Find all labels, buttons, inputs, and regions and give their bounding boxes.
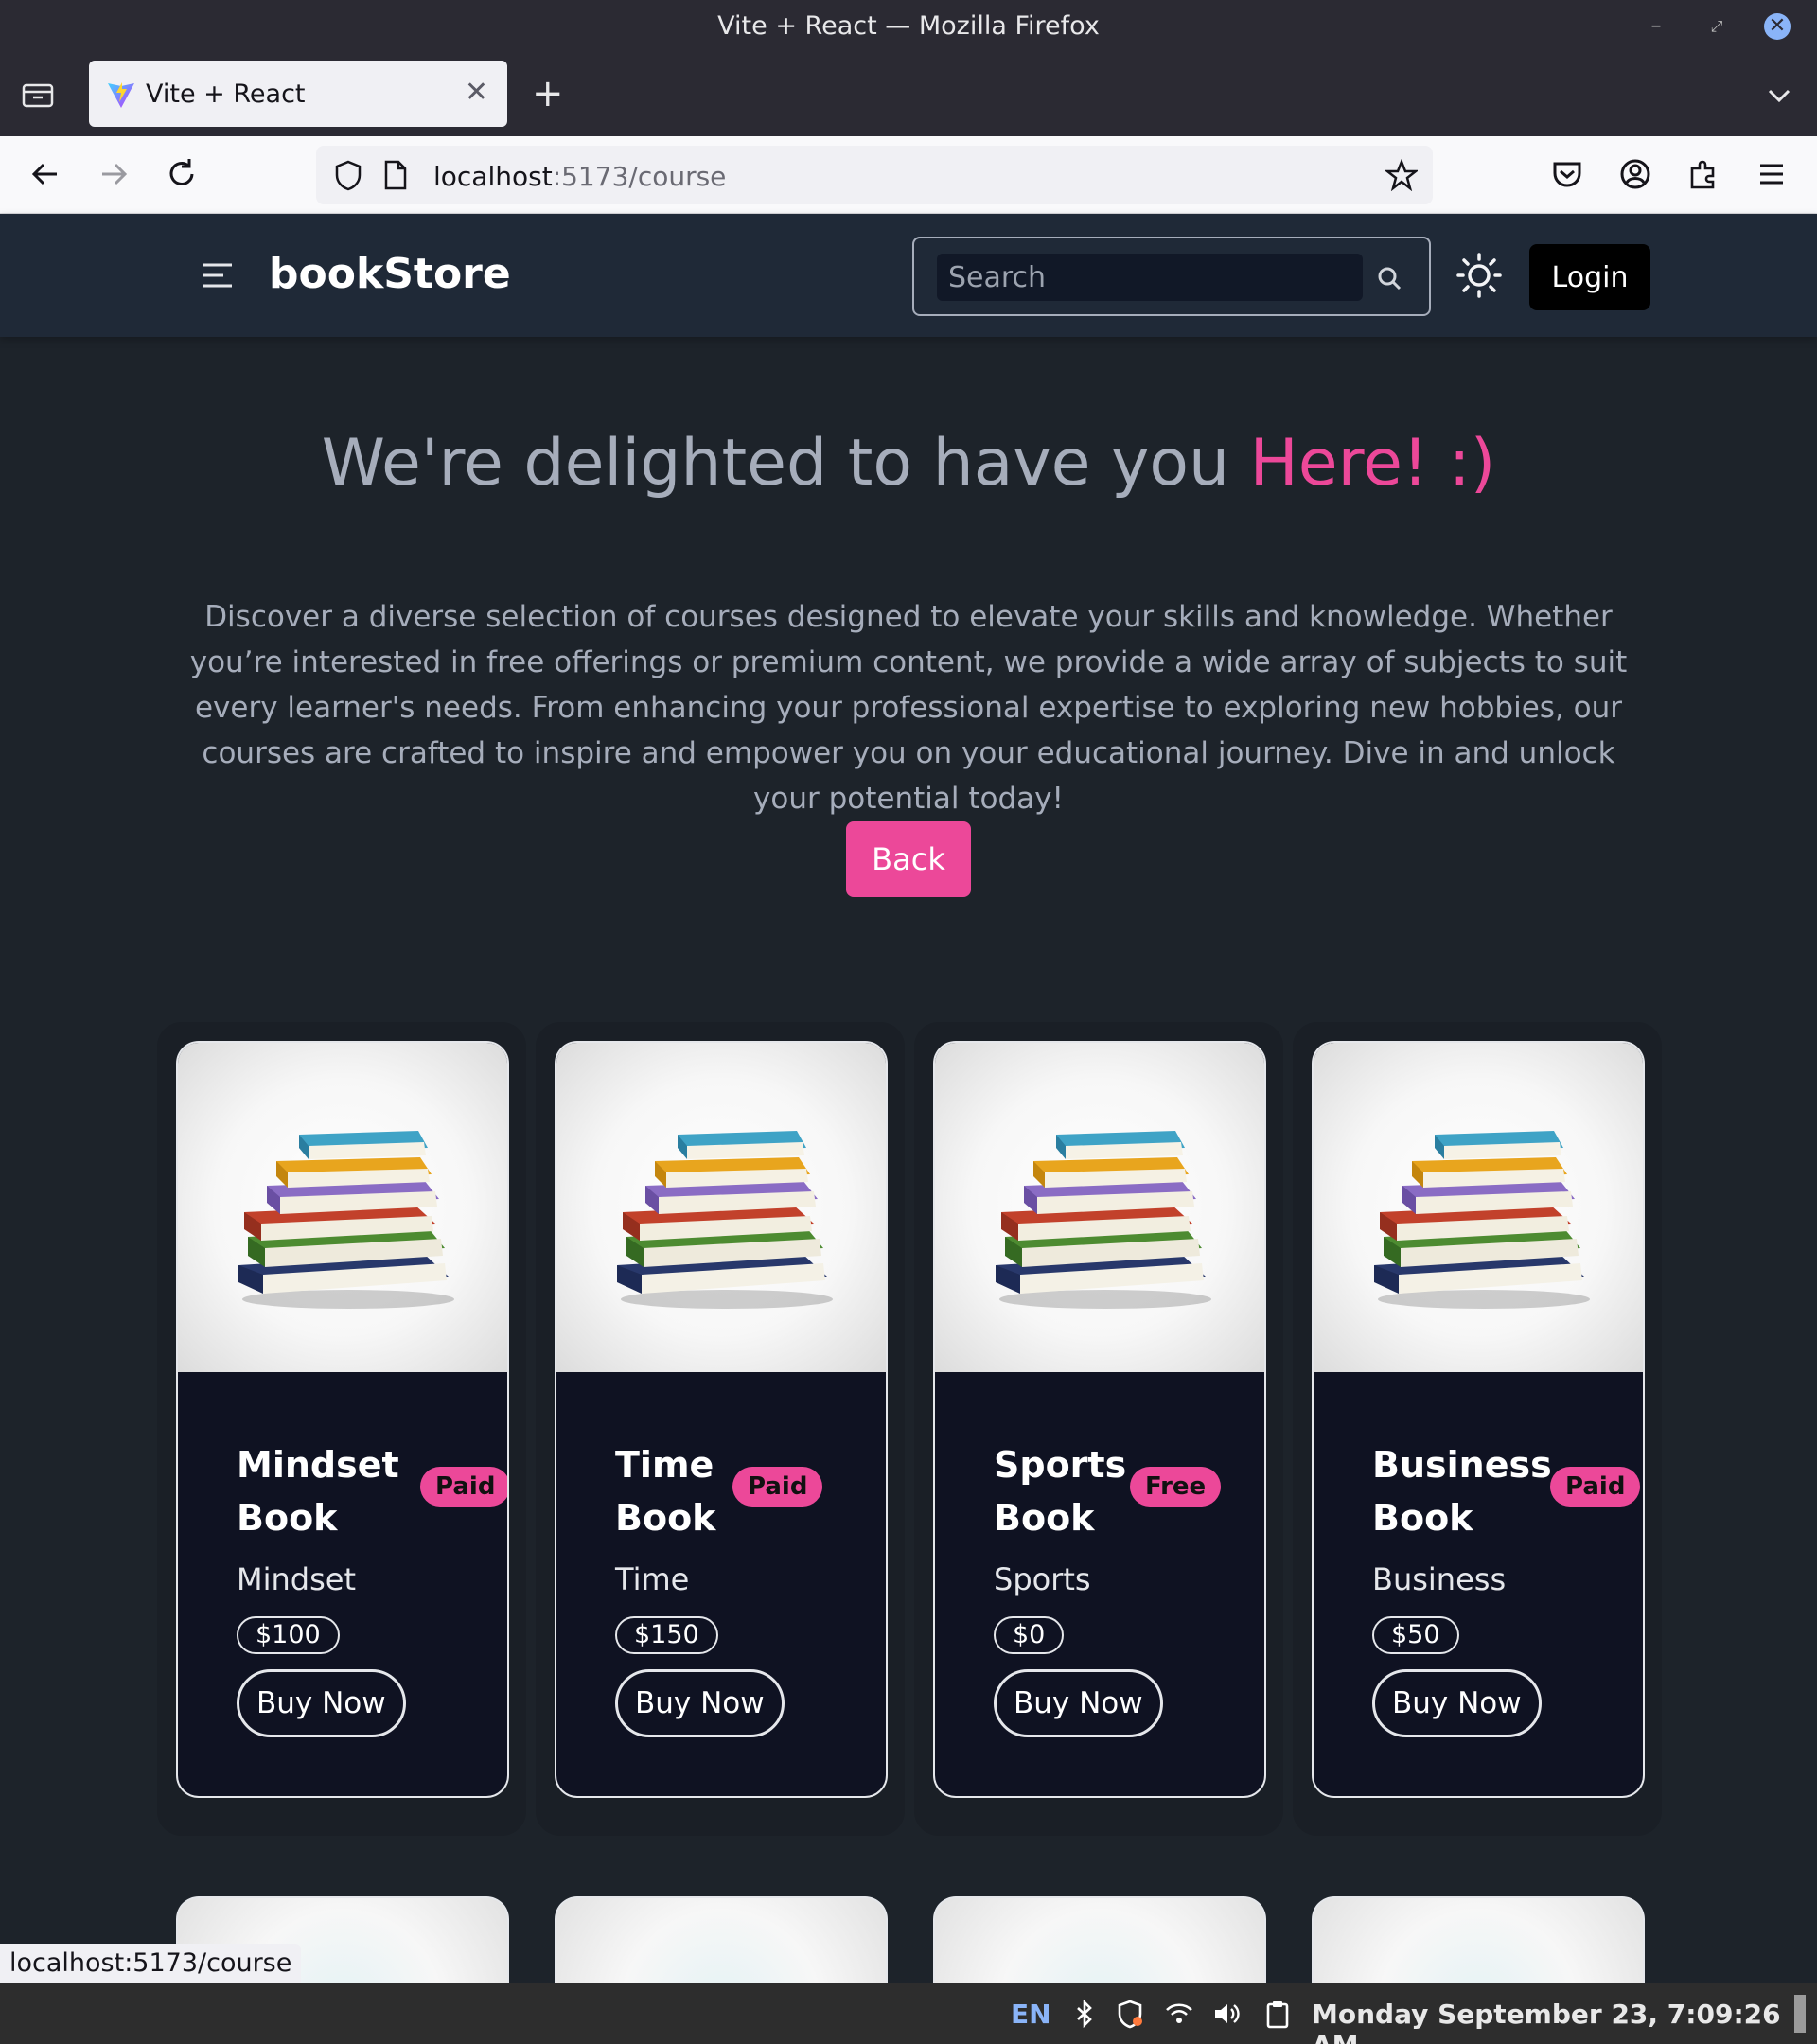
hero-title: We're delighted to have you Here! :)	[0, 426, 1817, 501]
account-icon[interactable]	[1616, 155, 1654, 193]
security-shield-icon[interactable]	[1115, 1999, 1145, 2029]
card-price: $100	[237, 1616, 340, 1654]
card-wrapper: Sports Book Free Sports $0 Buy Now	[914, 1022, 1283, 1836]
hero-title-main: We're delighted to have you	[321, 426, 1250, 501]
buy-now-button[interactable]: Buy Now	[615, 1669, 785, 1737]
tab-bar: Vite + React ✕ +	[0, 53, 1817, 136]
clipboard-icon[interactable]	[1262, 1999, 1293, 2029]
book-card[interactable]: Business Book Paid Business $50 Buy Now	[1312, 1041, 1645, 1798]
vite-logo-icon	[108, 82, 134, 108]
site-header: bookStore Login	[0, 214, 1817, 337]
price-type-badge: Paid	[1550, 1467, 1641, 1507]
card-title: Mindset Book	[237, 1444, 399, 1539]
card-wrapper: Time Book Paid Time $150 Buy Now	[536, 1022, 905, 1836]
forward-arrow-icon[interactable]	[95, 155, 132, 193]
tab-title: Vite + React	[146, 79, 306, 109]
price-type-badge: Free	[1130, 1467, 1222, 1507]
url-bar[interactable]: localhost:5173/course	[316, 146, 1433, 204]
status-link-tooltip: localhost:5173/course	[0, 1944, 302, 1983]
card-wrapper: Mindset Book Paid Mindset $100 Buy Now	[157, 1022, 526, 1836]
back-button[interactable]: Back	[846, 821, 971, 897]
hero-title-accent: Here! :)	[1249, 426, 1496, 501]
search-box	[912, 237, 1431, 316]
hamburger-menu-icon[interactable]	[201, 261, 235, 290]
url-host: localhost	[433, 161, 553, 192]
book-card[interactable]: Time Book Paid Time $150 Buy Now	[555, 1041, 888, 1798]
extensions-icon[interactable]	[1685, 155, 1722, 193]
search-icon[interactable]	[1376, 265, 1402, 291]
card-image	[556, 1043, 886, 1372]
clock[interactable]: Monday September 23, 7:09:26 AM	[1312, 1999, 1817, 2044]
price-type-badge: Paid	[420, 1467, 507, 1507]
card-price: $50	[1372, 1616, 1459, 1654]
card-price: $0	[994, 1616, 1065, 1654]
card-category: Time	[615, 1561, 690, 1597]
buy-now-button[interactable]: Buy Now	[994, 1669, 1163, 1737]
book-stack-icon	[1374, 1131, 1590, 1309]
search-input[interactable]	[937, 254, 1363, 301]
keyboard-language[interactable]: EN	[1011, 1999, 1051, 2030]
card-image	[178, 1043, 507, 1372]
minimize-icon[interactable]: –	[1643, 13, 1669, 40]
show-desktop-button[interactable]	[1794, 1995, 1806, 2033]
back-arrow-icon[interactable]	[26, 155, 64, 193]
price-type-badge: Paid	[732, 1467, 823, 1507]
close-window-icon[interactable]: ✕	[1764, 13, 1791, 40]
chevron-down-icon[interactable]	[1762, 79, 1796, 110]
card-image	[935, 1043, 1264, 1372]
card-wrapper: Business Book Paid Business $50 Buy Now	[1293, 1022, 1662, 1836]
page-info-icon[interactable]	[382, 159, 409, 191]
tab-vite-react[interactable]: Vite + React ✕	[89, 61, 507, 127]
book-stack-icon	[238, 1131, 454, 1309]
login-button[interactable]: Login	[1529, 244, 1650, 310]
card-category: Sports	[994, 1561, 1091, 1597]
card-title: Business Book	[1372, 1444, 1552, 1539]
brand-logo[interactable]: bookStore	[269, 250, 511, 298]
sun-icon[interactable]	[1455, 252, 1503, 299]
reload-icon[interactable]	[163, 155, 201, 193]
tab-close-icon[interactable]: ✕	[465, 76, 488, 109]
buy-now-button[interactable]: Buy Now	[1372, 1669, 1542, 1737]
bluetooth-icon[interactable]	[1069, 1999, 1100, 2029]
pocket-icon[interactable]	[1548, 155, 1586, 193]
card-price: $150	[615, 1616, 718, 1654]
book-stack-icon	[617, 1131, 833, 1309]
volume-icon[interactable]	[1211, 1999, 1242, 2029]
card-category: Mindset	[237, 1561, 356, 1597]
bookmark-star-icon[interactable]	[1385, 159, 1418, 191]
url-text[interactable]: localhost:5173/course	[433, 161, 726, 192]
system-taskbar: EN Monday September 23, 7:09:26 AM	[0, 1983, 1817, 2044]
book-card[interactable]: Mindset Book Paid Mindset $100 Buy Now	[176, 1041, 509, 1798]
wifi-icon[interactable]	[1164, 1999, 1194, 2029]
book-card[interactable]: Sports Book Free Sports $0 Buy Now	[933, 1041, 1266, 1798]
restore-icon[interactable]: ⤢	[1703, 13, 1730, 40]
book-stack-icon	[996, 1131, 1211, 1309]
window-titlebar: Vite + React — Mozilla Firefox – ⤢ ✕	[0, 0, 1817, 53]
buy-now-button[interactable]: Buy Now	[237, 1669, 406, 1737]
shield-icon[interactable]	[333, 159, 363, 191]
card-image	[1314, 1043, 1643, 1372]
window-title: Vite + React — Mozilla Firefox	[717, 11, 1100, 41]
url-path: :5173/course	[552, 161, 727, 192]
new-tab-icon[interactable]: +	[532, 72, 564, 115]
card-category: Business	[1372, 1561, 1507, 1597]
browser-toolbar: localhost:5173/course	[0, 136, 1817, 214]
menu-icon[interactable]	[1753, 155, 1791, 193]
firefox-view-icon[interactable]	[21, 79, 55, 110]
hero-description: Discover a diverse selection of courses …	[189, 600, 1628, 816]
